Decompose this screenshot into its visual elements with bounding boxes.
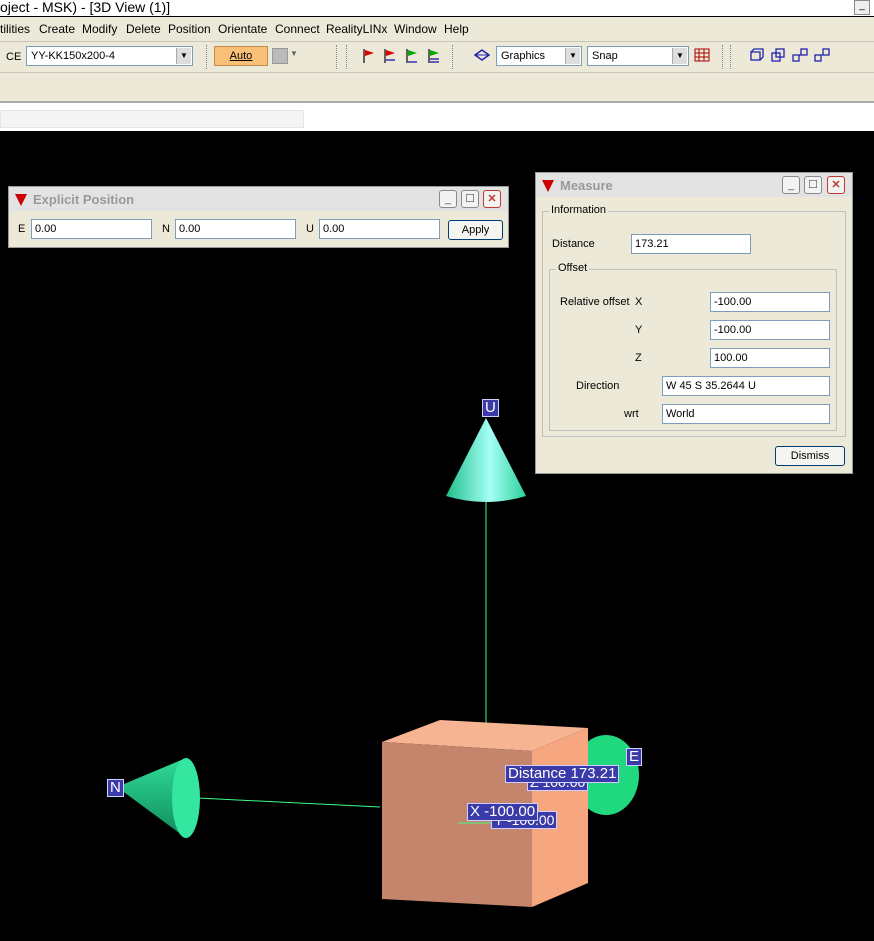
offset-group-label: Offset (556, 262, 590, 274)
toolbar-grip[interactable] (722, 45, 729, 69)
window-titlebar: oject - MSK) - [3D View (1)] _ (0, 0, 874, 16)
chevron-down-icon[interactable]: ▼ (290, 49, 298, 58)
red-flag-icon[interactable] (362, 48, 376, 64)
menu-utilities[interactable]: tilities (0, 22, 30, 36)
n-label: N (162, 223, 170, 235)
menu-connect[interactable]: Connect (275, 22, 320, 36)
toolbar-grip[interactable] (206, 45, 213, 69)
measure-title: Measure (560, 178, 613, 193)
red-flag-multi-icon[interactable] (383, 48, 397, 64)
x-offset-field[interactable]: -100.00 (710, 292, 830, 312)
green-flag-icon[interactable] (405, 48, 419, 64)
x-offset-tag: X -100.00 (467, 803, 539, 821)
toolbar-grip[interactable] (452, 45, 459, 69)
plane-icon[interactable] (474, 47, 490, 63)
window-title: oject - MSK) - [3D View (1)] (0, 0, 171, 15)
status-strip (0, 103, 874, 131)
apply-button[interactable]: Apply (448, 220, 503, 240)
grid-snap-icon[interactable] (694, 47, 710, 63)
multi-box-icon[interactable] (770, 47, 786, 63)
information-group: Information Distance 173.21 Offset Relat… (542, 204, 846, 437)
z-label: Z (635, 352, 642, 364)
box-view-icon[interactable] (748, 47, 764, 63)
link-boxes-icon[interactable] (792, 47, 808, 63)
close-button[interactable]: ✕ (483, 190, 501, 208)
menu-window[interactable]: Window (394, 22, 437, 36)
axis-e-label: E (626, 748, 643, 766)
window-menu-icon[interactable] (15, 194, 27, 206)
status-field (0, 110, 304, 128)
menu-realitylinx[interactable]: RealityLINx (326, 22, 387, 36)
explicit-position-titlebar[interactable]: Explicit Position _ ☐ ✕ (9, 187, 508, 211)
u-input[interactable]: 0.00 (319, 219, 440, 239)
menu-help[interactable]: Help (444, 22, 469, 36)
dismiss-button[interactable]: Dismiss (775, 446, 845, 466)
snap-combo[interactable]: Snap ▼ (587, 46, 689, 66)
chevron-down-icon[interactable]: ▼ (672, 48, 687, 64)
menu-modify[interactable]: Modify (82, 22, 117, 36)
minimize-button[interactable]: _ (439, 190, 457, 208)
y-label: Y (635, 324, 643, 336)
auto-button[interactable]: Auto (214, 46, 268, 66)
graphics-combo[interactable]: Graphics ▼ (496, 46, 582, 66)
maximize-button[interactable]: ☐ (461, 190, 479, 208)
secondary-toolbar (0, 73, 874, 103)
color-swatch[interactable] (272, 48, 288, 64)
axis-n-label: N (107, 779, 124, 797)
wrt-label: wrt (624, 408, 639, 420)
graphics-combo-value: Graphics (501, 50, 546, 62)
close-button[interactable]: ✕ (827, 176, 845, 194)
n-axis-line (197, 797, 381, 808)
minimize-button[interactable]: _ (782, 176, 800, 194)
chevron-down-icon[interactable]: ▼ (176, 48, 191, 64)
ce-combo-value: YY-KK150x200-4 (31, 50, 115, 62)
z-offset-field[interactable]: 100.00 (710, 348, 830, 368)
explicit-position-window: Explicit Position _ ☐ ✕ E 0.00 N 0.00 U … (8, 186, 509, 248)
direction-label: Direction (576, 380, 620, 392)
distance-field[interactable]: 173.21 (631, 234, 751, 254)
connect-boxes-icon[interactable] (814, 47, 830, 63)
toolbar-grip[interactable] (336, 45, 343, 69)
e-input[interactable]: 0.00 (31, 219, 152, 239)
window-menu-icon[interactable] (542, 180, 554, 192)
distance-tag: Distance 173.21 (505, 765, 620, 783)
measure-window: Measure _ ☐ ✕ Information Distance 173.2… (535, 172, 853, 474)
wrt-field[interactable]: World (662, 404, 830, 424)
menu-bar: tilities Create Modify Delete Position O… (0, 17, 874, 42)
measure-titlebar[interactable]: Measure _ ☐ ✕ (536, 173, 852, 197)
menu-create[interactable]: Create (39, 22, 75, 36)
chevron-down-icon[interactable]: ▼ (565, 48, 580, 64)
menu-orientate[interactable]: Orientate (218, 22, 267, 36)
e-label: E (18, 223, 26, 235)
green-flag-multi-icon[interactable] (427, 48, 441, 64)
n-cone-base (172, 758, 200, 838)
y-offset-field[interactable]: -100.00 (710, 320, 830, 340)
ce-combo[interactable]: YY-KK150x200-4 ▼ (26, 46, 193, 66)
explicit-position-title: Explicit Position (33, 192, 135, 207)
maximize-button[interactable]: ☐ (804, 176, 822, 194)
toolbar-grip[interactable] (346, 45, 353, 69)
u-label: U (306, 223, 314, 235)
direction-field[interactable]: W 45 S 35.2644 U (662, 376, 830, 396)
axis-u-label: U (482, 399, 499, 417)
relative-offset-label: Relative offset (560, 296, 630, 308)
snap-combo-value: Snap (592, 50, 618, 62)
menu-position[interactable]: Position (168, 22, 211, 36)
information-group-label: Information (549, 204, 609, 216)
distance-label: Distance (552, 238, 595, 250)
offset-group: Offset Relative offset X -100.00 Y -100.… (549, 262, 837, 431)
menu-delete[interactable]: Delete (126, 22, 161, 36)
toolbar-grip[interactable] (730, 45, 737, 69)
ce-label: CE (6, 51, 22, 63)
minimize-button[interactable]: _ (854, 0, 870, 15)
n-input[interactable]: 0.00 (175, 219, 296, 239)
u-cone (446, 418, 526, 502)
x-label: X (635, 296, 643, 308)
